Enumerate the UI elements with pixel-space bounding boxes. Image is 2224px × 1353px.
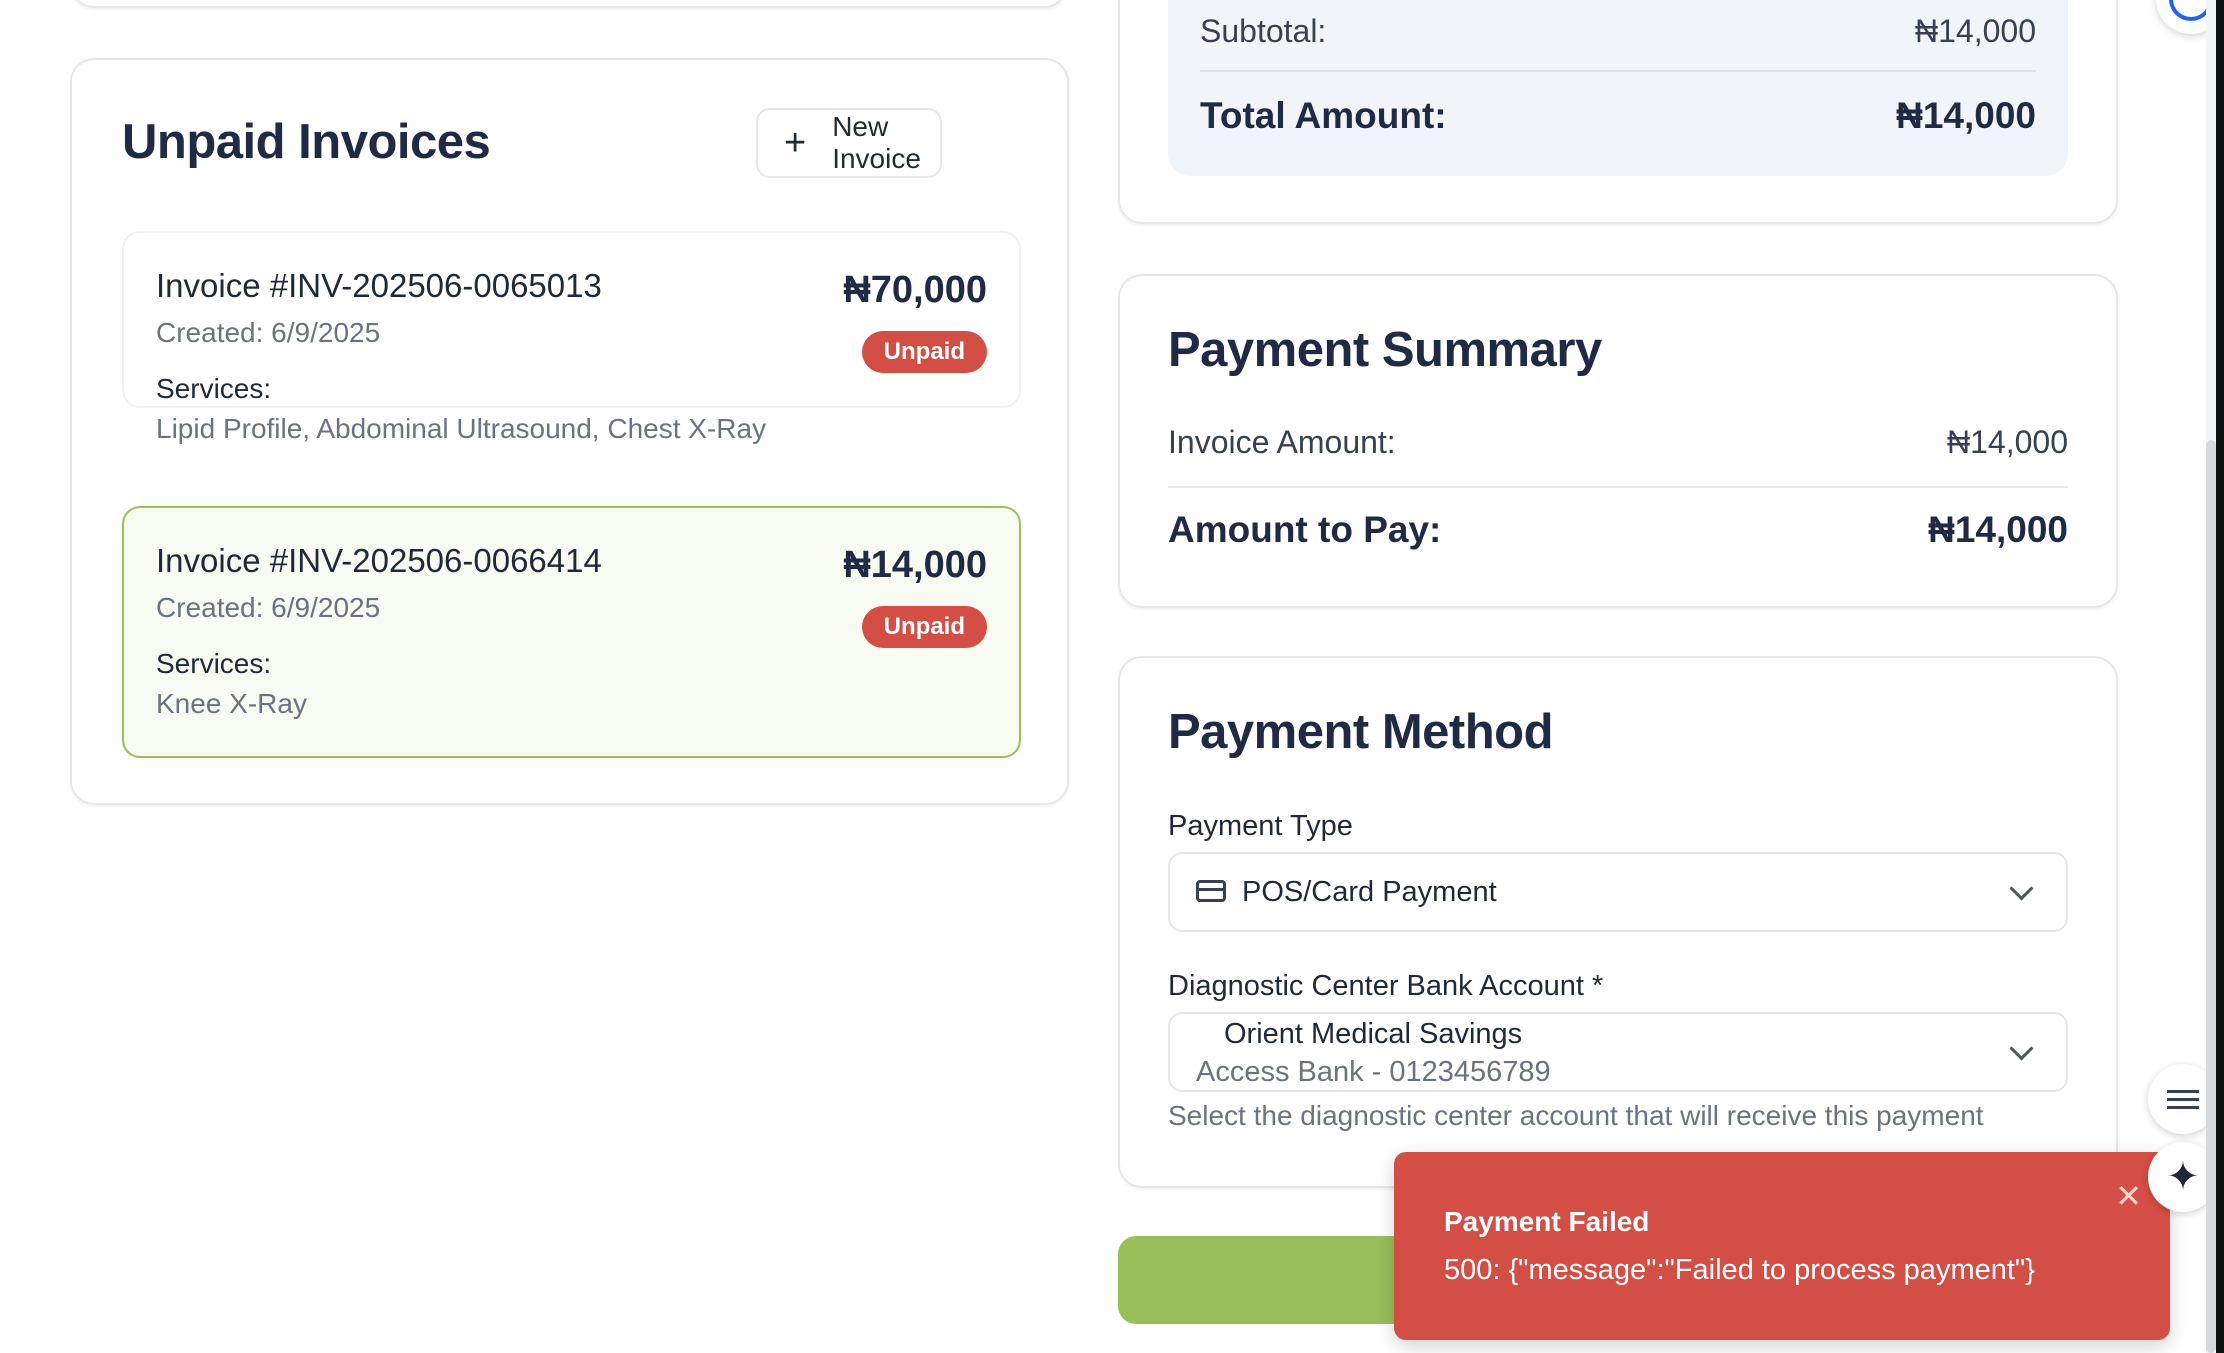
bank-account-detail: Access Bank - 0123456789 [1196, 1056, 1551, 1088]
toast-message: 500: {"message":"Failed to process payme… [1444, 1254, 2035, 1286]
divider [1200, 70, 2036, 72]
totals-box: Subtotal: ₦14,000 Total Amount: ₦14,000 [1168, 0, 2068, 176]
invoice-amount: ₦14,000 [843, 544, 987, 586]
invoice-card[interactable]: Invoice #INV-202506-0065013 Created: 6/9… [122, 231, 1021, 444]
invoice-number: Invoice #INV-202506-0065013 [156, 267, 602, 304]
payment-type-value: POS/Card Payment [1242, 876, 1497, 908]
toast-title: Payment Failed [1444, 1206, 1650, 1237]
previous-card [70, 0, 1068, 8]
bank-account-select[interactable]: Orient Medical Savings Access Bank - 012… [1168, 1012, 2068, 1092]
new-invoice-label: New Invoice [832, 111, 921, 174]
payment-method-title: Payment Method [1168, 705, 1554, 759]
payment-summary-title: Payment Summary [1168, 323, 1602, 377]
subtotal-row: Subtotal: ₦14,000 [1200, 13, 2036, 50]
payment-type-label: Payment Type [1168, 810, 1353, 842]
bank-account-name: Orient Medical Savings [1224, 1018, 1523, 1050]
invoice-services-label: Services: [156, 648, 272, 679]
invoice-services-label: Services: [156, 373, 272, 404]
divider [1168, 486, 2068, 488]
plus-icon: + [784, 122, 807, 164]
new-invoice-button[interactable]: + New Invoice [756, 108, 942, 178]
invoice-card-selected[interactable]: Invoice #INV-202506-0066414 Created: 6/9… [122, 506, 1021, 758]
payment-method-card: Payment Method Payment Type POS/Card Pay… [1118, 656, 2118, 1188]
chevron-down-icon [2009, 1036, 2034, 1061]
unpaid-invoices-card: Unpaid Invoices + New Invoice Invoice #I… [70, 58, 1069, 805]
amount-to-pay-label: Amount to Pay: [1168, 509, 1442, 550]
invoice-created-date: Created: 6/9/2025 [156, 317, 381, 348]
total-amount-label: Total Amount: [1200, 95, 1447, 136]
invoice-amount-row: Invoice Amount: ₦14,000 [1168, 424, 2068, 461]
payment-summary-card: Payment Summary Invoice Amount: ₦14,000 … [1118, 274, 2118, 608]
amount-to-pay-value: ₦14,000 [1928, 509, 2068, 550]
subtotal-label: Subtotal: [1200, 13, 1327, 49]
payment-type-select[interactable]: POS/Card Payment [1168, 852, 2068, 932]
invoice-services: Lipid Profile, Abdominal Ultrasound, Che… [156, 413, 767, 444]
invoice-number: Invoice #INV-202506-0066414 [156, 542, 602, 579]
total-amount-row: Total Amount: ₦14,000 [1200, 95, 2036, 137]
bank-account-label: Diagnostic Center Bank Account * [1168, 970, 1604, 1002]
scrollbar-thumb[interactable] [2206, 440, 2216, 1353]
window-edge [2216, 0, 2224, 1353]
invoice-services: Knee X-Ray [156, 688, 307, 719]
status-badge: Unpaid [861, 606, 987, 648]
status-badge: Unpaid [861, 331, 987, 373]
total-amount-value: ₦14,000 [1896, 95, 2036, 136]
amount-to-pay-row: Amount to Pay: ₦14,000 [1168, 509, 2068, 551]
invoice-created-date: Created: 6/9/2025 [156, 592, 381, 623]
bank-account-help-text: Select the diagnostic center account tha… [1168, 1100, 1984, 1131]
credit-card-icon [1196, 880, 1226, 902]
invoice-amount-value: ₦14,000 [1947, 424, 2068, 460]
chevron-down-icon [2009, 876, 2034, 901]
subtotal-value: ₦14,000 [1915, 13, 2036, 49]
close-icon[interactable]: ✕ [2115, 1180, 2142, 1212]
invoice-totals-card: Subtotal: ₦14,000 Total Amount: ₦14,000 [1118, 0, 2118, 224]
invoice-amount-label: Invoice Amount: [1168, 424, 1396, 460]
unpaid-invoices-title: Unpaid Invoices [122, 115, 491, 169]
error-toast: Payment Failed 500: {"message":"Failed t… [1394, 1152, 2170, 1340]
invoice-amount: ₦70,000 [843, 269, 987, 311]
